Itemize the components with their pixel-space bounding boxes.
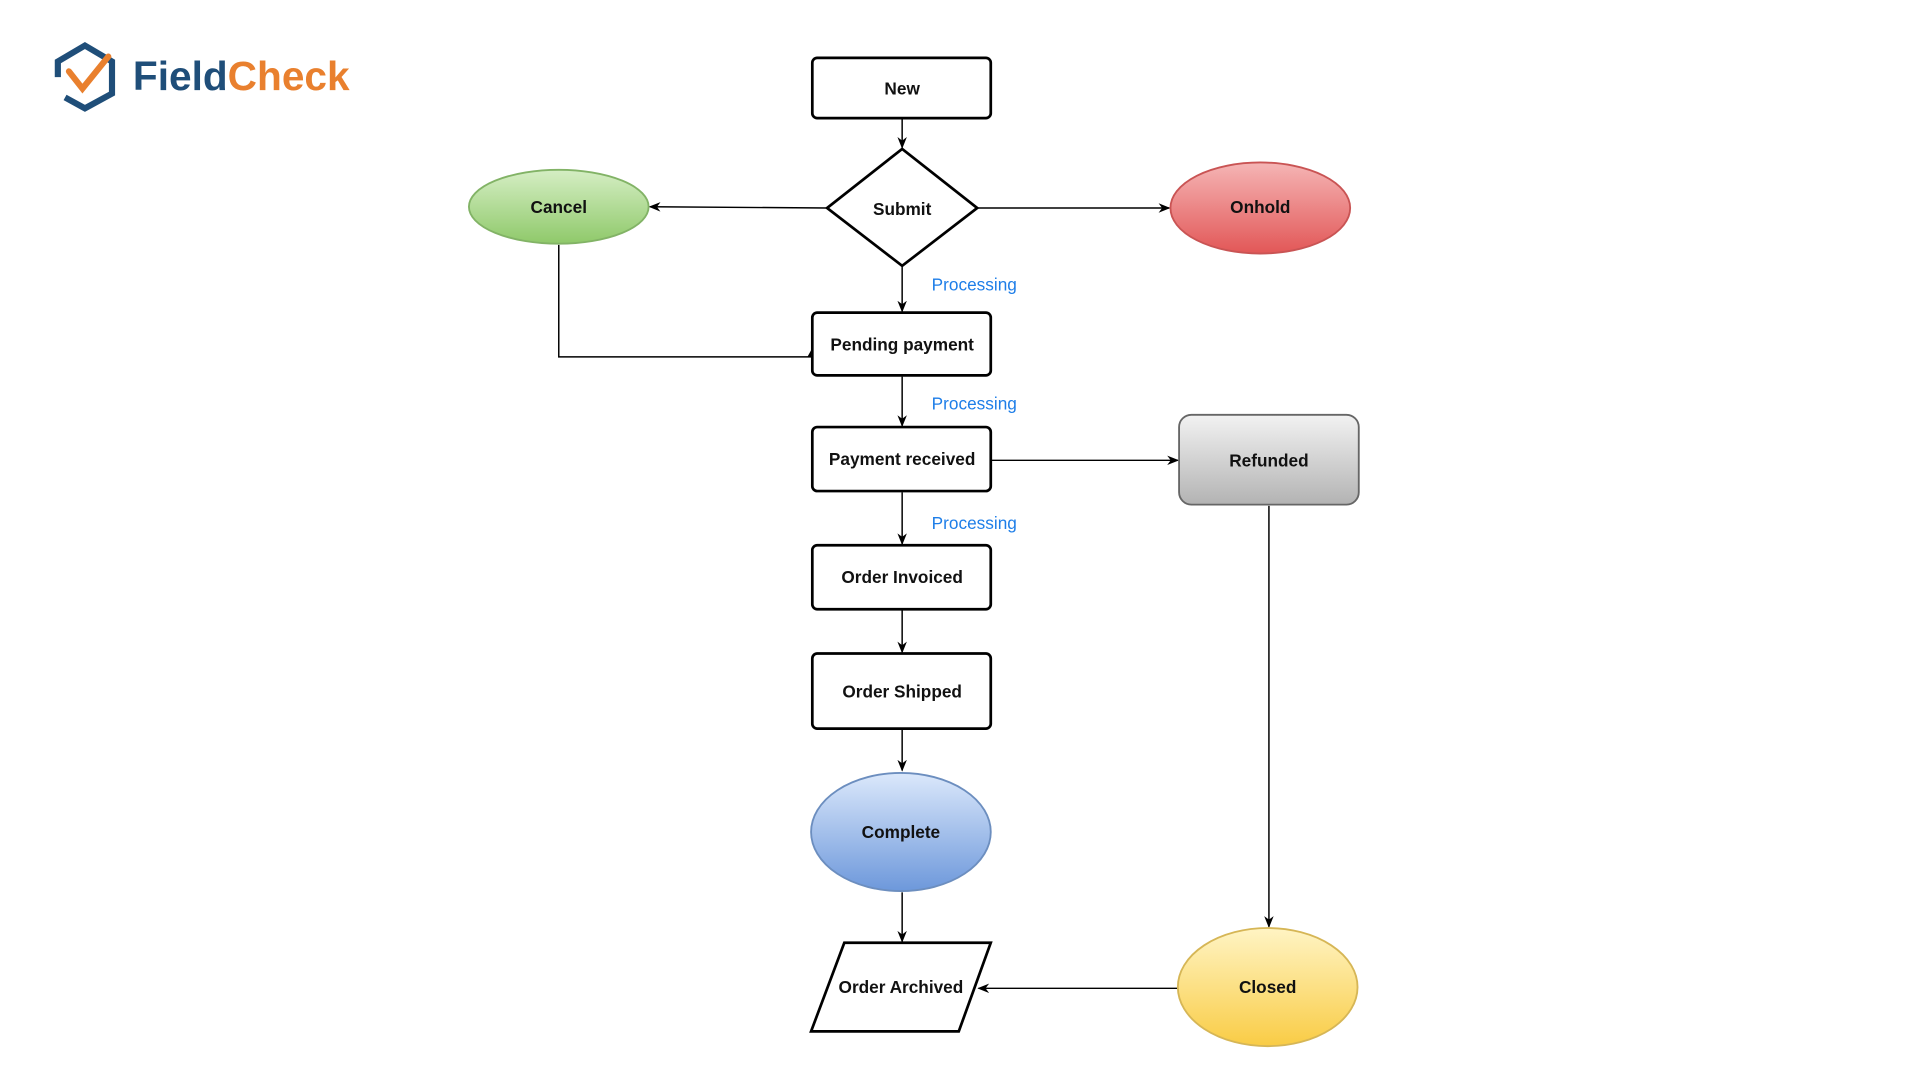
logo-text-check: Check: [228, 53, 350, 99]
svg-text:FieldCheck: FieldCheck: [133, 53, 350, 99]
hexagon-check-icon: [54, 41, 116, 112]
node-label: Order Invoiced: [841, 567, 963, 587]
node-onhold: Onhold: [1169, 161, 1352, 255]
node-complete: Complete: [810, 772, 992, 892]
node-label: Order Archived: [839, 977, 964, 997]
node-order-shipped: Order Shipped: [810, 652, 993, 730]
edge-label-processing: Processing: [932, 394, 1017, 414]
node-label: Complete: [862, 822, 940, 842]
edge-submit-cancel: [648, 202, 828, 212]
node-order-invoiced: Order Invoiced: [810, 543, 993, 611]
node-closed: Closed: [1176, 927, 1359, 1048]
node-refunded: Refunded: [1178, 413, 1360, 506]
node-label: Pending payment: [830, 335, 974, 355]
node-new: New: [810, 56, 993, 120]
node-label: Cancel: [531, 197, 587, 217]
node-label: Submit: [873, 199, 932, 219]
node-label: Onhold: [1230, 197, 1290, 217]
node-label: New: [884, 79, 920, 99]
fieldcheck-logo: FieldCheck: [54, 41, 350, 112]
edge-cancel-pending: [558, 244, 813, 358]
logo-text-field: Field: [133, 53, 228, 99]
edge-label-processing: Processing: [932, 513, 1017, 533]
node-label: Payment received: [829, 449, 975, 469]
node-pending-payment: Pending payment: [810, 311, 993, 377]
node-payment-received: Payment received: [810, 425, 993, 493]
node-label: Order Shipped: [842, 682, 962, 702]
node-cancel: Cancel: [468, 168, 650, 245]
node-order-archived: Order Archived: [809, 941, 993, 1033]
node-submit: Submit: [824, 147, 980, 268]
node-label: Closed: [1239, 977, 1296, 997]
node-label: Refunded: [1229, 450, 1308, 470]
order-status-flowchart: FieldCheck Processing Processing Process…: [54, 41, 1360, 1048]
edge-label-processing: Processing: [932, 274, 1017, 294]
